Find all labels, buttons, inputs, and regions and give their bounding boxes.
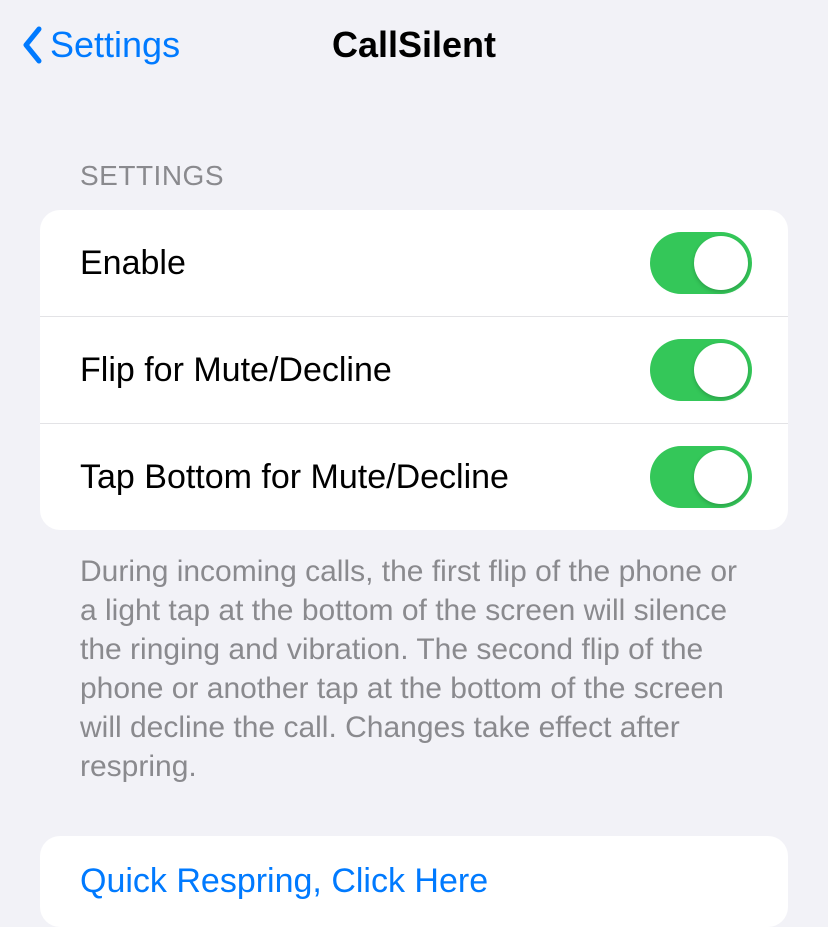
navigation-bar: Settings CallSilent (0, 0, 828, 90)
section-header: SETTINGS (40, 160, 788, 192)
action-group: Quick Respring, Click Here (40, 836, 788, 927)
back-button[interactable]: Settings (20, 24, 180, 66)
toggle-knob (694, 450, 748, 504)
back-label: Settings (50, 24, 180, 66)
setting-row-enable: Enable (40, 210, 788, 316)
setting-label: Enable (80, 244, 186, 283)
toggle-knob (694, 236, 748, 290)
chevron-left-icon (20, 25, 44, 65)
toggle-flip[interactable] (650, 339, 752, 401)
toggle-tap[interactable] (650, 446, 752, 508)
setting-label: Flip for Mute/Decline (80, 351, 392, 390)
toggle-enable[interactable] (650, 232, 752, 294)
content-area: SETTINGS Enable Flip for Mute/Decline Ta… (0, 160, 828, 927)
section-footer-text: During incoming calls, the first flip of… (40, 552, 788, 786)
toggle-knob (694, 343, 748, 397)
respring-button[interactable]: Quick Respring, Click Here (40, 836, 788, 927)
setting-row-flip: Flip for Mute/Decline (40, 316, 788, 423)
settings-group: Enable Flip for Mute/Decline Tap Bottom … (40, 210, 788, 530)
setting-label: Tap Bottom for Mute/Decline (80, 458, 509, 497)
page-title: CallSilent (332, 24, 496, 66)
setting-row-tap: Tap Bottom for Mute/Decline (40, 423, 788, 530)
